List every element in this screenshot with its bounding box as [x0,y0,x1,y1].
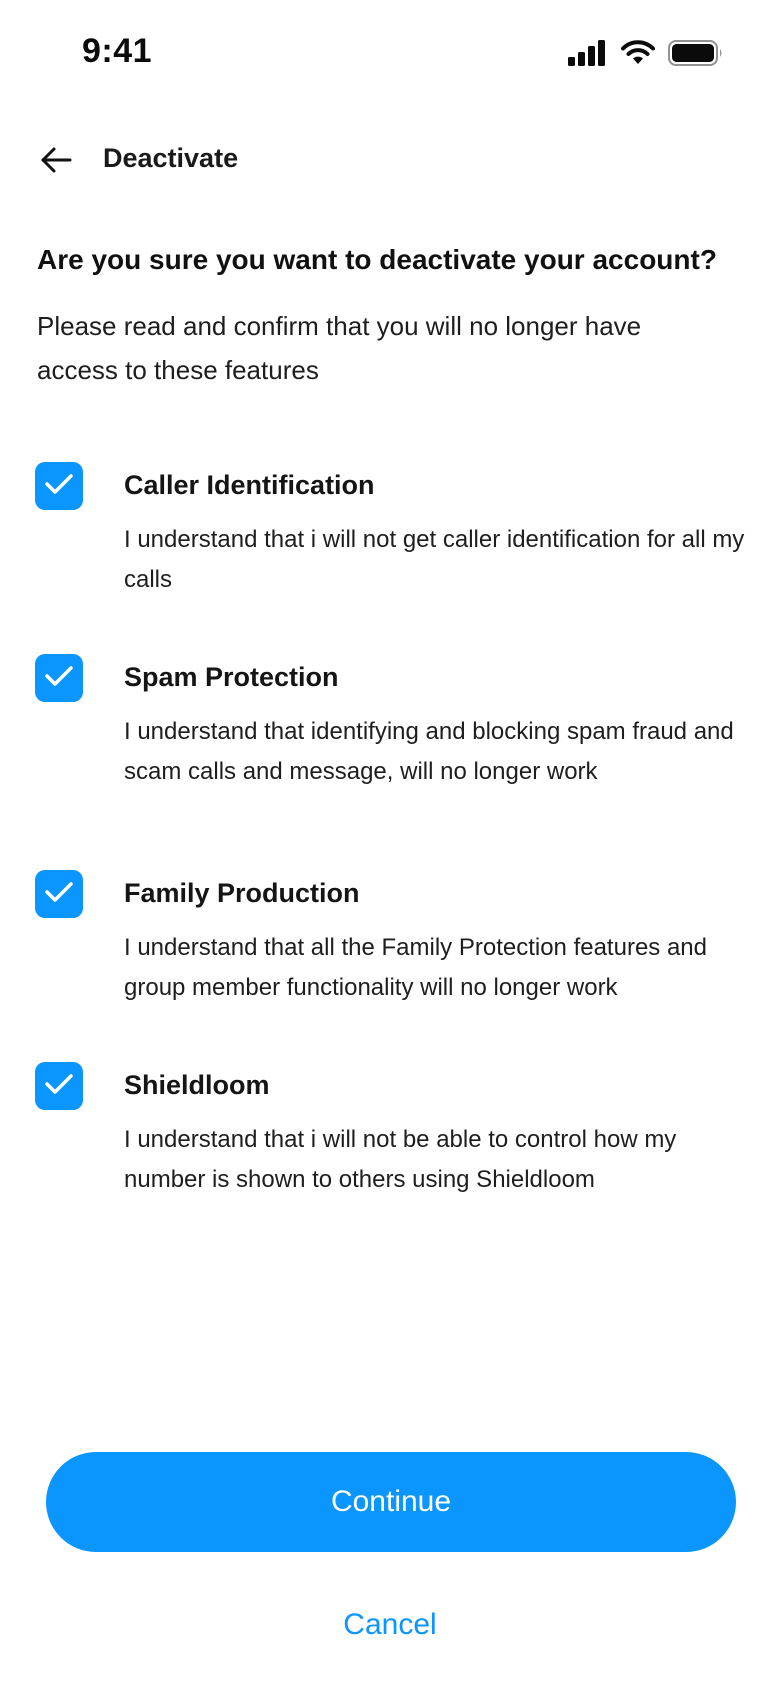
checkmark-icon [44,1072,74,1101]
checkbox-caller-identification[interactable] [35,462,83,510]
checkbox-shieldloom[interactable] [35,1062,83,1110]
checkmark-icon [44,472,74,501]
cellular-signal-icon [568,40,608,71]
status-bar: 9:41 [0,0,780,100]
status-icons [568,40,724,71]
continue-button[interactable]: Continue [46,1452,736,1552]
feature-title: Family Production [124,878,360,908]
checkmark-icon [44,664,74,693]
feature-description: I understand that i will not get caller … [124,526,745,593]
confirmation-heading: Are you sure you want to deactivate your… [37,244,717,275]
checkbox-family-production[interactable] [35,870,83,918]
cancel-button[interactable]: Cancel [290,1600,490,1650]
checkmark-icon [44,880,74,909]
page-title: Deactivate [103,143,239,173]
feature-title: Caller Identification [124,470,375,500]
status-time: 9:41 [82,32,153,70]
checkbox-spam-protection[interactable] [35,654,83,702]
back-button[interactable] [30,136,82,188]
feature-description: I understand that i will not be able to … [124,1126,677,1193]
arrow-left-icon [40,146,72,179]
feature-title: Spam Protection [124,662,339,692]
header: Deactivate [0,130,780,190]
wifi-icon [620,40,656,71]
feature-description: I understand that identifying and blocki… [124,718,734,785]
feature-description: I understand that all the Family Protect… [124,934,707,1001]
battery-icon [668,40,724,71]
confirmation-description: Please read and confirm that you will no… [37,311,642,385]
feature-title: Shieldloom [124,1070,270,1100]
